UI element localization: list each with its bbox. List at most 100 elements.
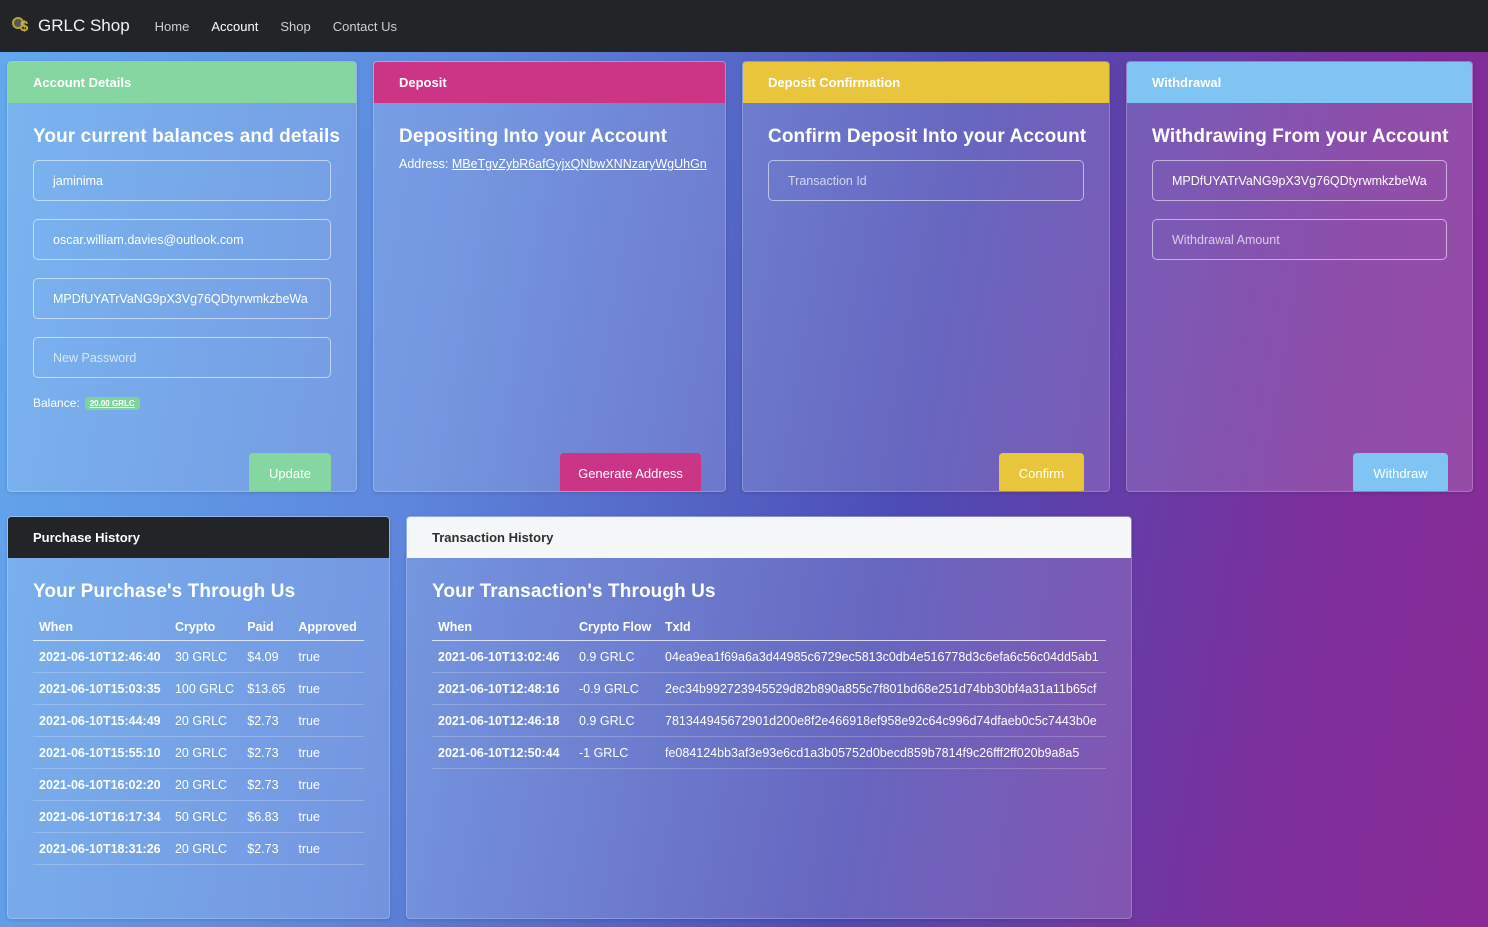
table-cell: true xyxy=(292,832,364,865)
table-cell: 50 GRLC xyxy=(168,800,242,833)
table-cell: true xyxy=(292,640,364,673)
column-header: When xyxy=(33,615,169,641)
deposit-confirmation-card: Deposit Confirmation Confirm Deposit Int… xyxy=(742,61,1110,492)
coin-dollar-icon: $ xyxy=(11,15,33,37)
balance-row: Balance: 20.00 GRLC xyxy=(33,396,331,410)
table-cell: true xyxy=(292,704,364,737)
deposit-confirmation-title: Confirm Deposit Into your Account xyxy=(768,126,1087,147)
table-cell: 0.9 GRLC xyxy=(573,704,659,737)
table-cell: $6.83 xyxy=(241,800,293,833)
table-cell: true xyxy=(292,768,364,801)
purchase-header-row: When Crypto Paid Approved xyxy=(33,615,364,641)
withdrawal-wallet-field[interactable]: MPDfUYATrVaNG9pX3Vg76QDtyrwmkzbeWa xyxy=(1152,160,1447,201)
table-cell: 20 GRLC xyxy=(168,768,242,801)
purchase-history-header: Purchase History xyxy=(8,517,389,558)
purchase-history-table: When Crypto Paid Approved 2021-06-10T12:… xyxy=(33,615,364,865)
table-cell: $4.09 xyxy=(241,640,293,673)
table-row: 2021-06-10T12:46:40 30 GRLC $4.09 true xyxy=(33,640,364,673)
column-header: TxId xyxy=(659,615,1106,641)
table-cell: $2.73 xyxy=(241,832,293,865)
column-header: When xyxy=(432,615,573,641)
transaction-history-body: Your Transaction's Through Us When Crypt… xyxy=(407,581,1131,769)
brand-name: GRLC Shop xyxy=(38,16,130,35)
table-row: 2021-06-10T15:44:49 20 GRLC $2.73 true xyxy=(33,704,364,737)
deposit-confirmation-header-label: Deposit Confirmation xyxy=(768,75,901,90)
withdraw-button[interactable]: Withdraw xyxy=(1353,453,1448,491)
nav-home[interactable]: Home xyxy=(155,19,190,34)
table-row: 2021-06-10T16:17:34 50 GRLC $6.83 true xyxy=(33,800,364,833)
purchase-history-title: Your Purchase's Through Us xyxy=(33,581,296,602)
table-cell: 20 GRLC xyxy=(168,704,242,737)
purchase-history-card: Purchase History Your Purchase's Through… xyxy=(7,516,390,919)
update-button[interactable]: Update xyxy=(249,453,331,491)
column-header: Crypto Flow xyxy=(573,615,659,641)
email-field[interactable]: oscar.william.davies@outlook.com xyxy=(33,219,331,260)
deposit-header-label: Deposit xyxy=(399,75,447,90)
transaction-header-row: When Crypto Flow TxId xyxy=(432,615,1106,641)
withdrawal-amount-field[interactable]: Withdrawal Amount xyxy=(1152,219,1447,260)
table-cell: 2021-06-10T15:55:10 xyxy=(33,736,169,769)
nav-shop[interactable]: Shop xyxy=(280,19,310,34)
deposit-title: Depositing Into your Account xyxy=(399,126,668,147)
table-row: 2021-06-10T16:02:20 20 GRLC $2.73 true xyxy=(33,768,364,801)
withdrawal-header-label: Withdrawal xyxy=(1152,75,1222,90)
new-password-field[interactable]: New Password xyxy=(33,337,331,378)
table-cell: $2.73 xyxy=(241,768,293,801)
table-row: 2021-06-10T12:46:18 0.9 GRLC 7813449456729… xyxy=(432,704,1106,737)
account-details-header-label: Account Details xyxy=(33,75,132,90)
generate-address-button[interactable]: Generate Address xyxy=(560,453,701,491)
table-cell: 2ec34b992723945529d82b890a855c7f801bd68e… xyxy=(659,672,1106,705)
transaction-history-header-label: Transaction History xyxy=(432,530,554,545)
table-cell: 2021-06-10T12:46:18 xyxy=(432,704,573,737)
transaction-history-header: Transaction History xyxy=(407,517,1131,558)
withdrawal-card: Withdrawal Withdrawing From your Account… xyxy=(1126,61,1473,492)
table-cell: 100 GRLC xyxy=(168,672,242,705)
table-cell: -1 GRLC xyxy=(573,736,659,769)
account-details-body: Your current balances and details jamini… xyxy=(8,126,356,491)
deposit-address-label: Address: xyxy=(399,157,449,171)
table-cell: -0.9 GRLC xyxy=(573,672,659,705)
withdrawal-title: Withdrawing From your Account xyxy=(1152,126,1449,147)
transaction-history-title: Your Transaction's Through Us xyxy=(432,581,716,602)
table-cell: 781344945672901d200e8f2e466918ef958e92c6… xyxy=(659,704,1106,737)
account-details-header: Account Details xyxy=(8,62,356,103)
brand[interactable]: $ GRLC Shop xyxy=(11,15,130,37)
table-cell: 2021-06-10T15:44:49 xyxy=(33,704,169,737)
nav-contact-us[interactable]: Contact Us xyxy=(333,19,397,34)
table-cell: fe084124bb3af3e93e6cd1a3b05752d0becd859b… xyxy=(659,736,1106,769)
deposit-address-row: Address: MBeTgvZybR6afGyjxQNbwXNNzaryWgU… xyxy=(399,157,707,171)
table-cell: 2021-06-10T18:31:26 xyxy=(33,832,169,865)
purchase-history-header-label: Purchase History xyxy=(33,530,140,545)
withdrawal-header: Withdrawal xyxy=(1127,62,1472,103)
table-cell: true xyxy=(292,800,364,833)
table-cell: 04ea9ea1f69a6a3d44985c6729ec5813c0db4e51… xyxy=(659,640,1106,673)
table-row: 2021-06-10T15:03:35 100 GRLC $13.65 true xyxy=(33,672,364,705)
account-details-title: Your current balances and details xyxy=(33,126,341,147)
table-cell: 30 GRLC xyxy=(168,640,242,673)
table-cell: 20 GRLC xyxy=(168,832,242,865)
confirm-button[interactable]: Confirm xyxy=(999,453,1084,491)
table-cell: 20 GRLC xyxy=(168,736,242,769)
deposit-confirmation-body: Confirm Deposit Into your Account Transa… xyxy=(743,126,1109,491)
table-row: 2021-06-10T12:50:44 -1 GRLC fe084124bb3af3… xyxy=(432,736,1106,769)
table-cell: 2021-06-10T16:02:20 xyxy=(33,768,169,801)
table-cell: 2021-06-10T16:17:34 xyxy=(33,800,169,833)
transaction-id-field[interactable]: Transaction Id xyxy=(768,160,1084,201)
username-field[interactable]: jaminima xyxy=(33,160,331,201)
wallet-address-field[interactable]: MPDfUYATrVaNG9pX3Vg76QDtyrwmkzbeWa xyxy=(33,278,331,319)
table-row: 2021-06-10T13:02:46 0.9 GRLC 04ea9ea1f69a6… xyxy=(432,640,1106,673)
transaction-history-table: When Crypto Flow TxId 2021-06-10T13:02:4… xyxy=(432,615,1106,769)
transaction-history-card: Transaction History Your Transaction's T… xyxy=(406,516,1132,919)
account-details-card: Account Details Your current balances an… xyxy=(7,61,357,492)
column-header: Approved xyxy=(292,615,364,641)
deposit-card: Deposit Depositing Into your Account Add… xyxy=(373,61,726,492)
table-cell: 2021-06-10T13:02:46 xyxy=(432,640,573,673)
column-header: Crypto xyxy=(168,615,242,641)
deposit-address-link[interactable]: MBeTgvZybR6afGyjxQNbwXNNzaryWgUhGn xyxy=(452,157,707,171)
withdrawal-body: Withdrawing From your Account MPDfUYATrV… xyxy=(1127,126,1472,491)
table-cell: 2021-06-10T12:46:40 xyxy=(33,640,169,673)
table-row: 2021-06-10T15:55:10 20 GRLC $2.73 true xyxy=(33,736,364,769)
nav-account[interactable]: Account xyxy=(211,19,258,34)
balance-badge: 20.00 GRLC xyxy=(84,396,140,410)
table-row: 2021-06-10T18:31:26 20 GRLC $2.73 true xyxy=(33,832,364,865)
